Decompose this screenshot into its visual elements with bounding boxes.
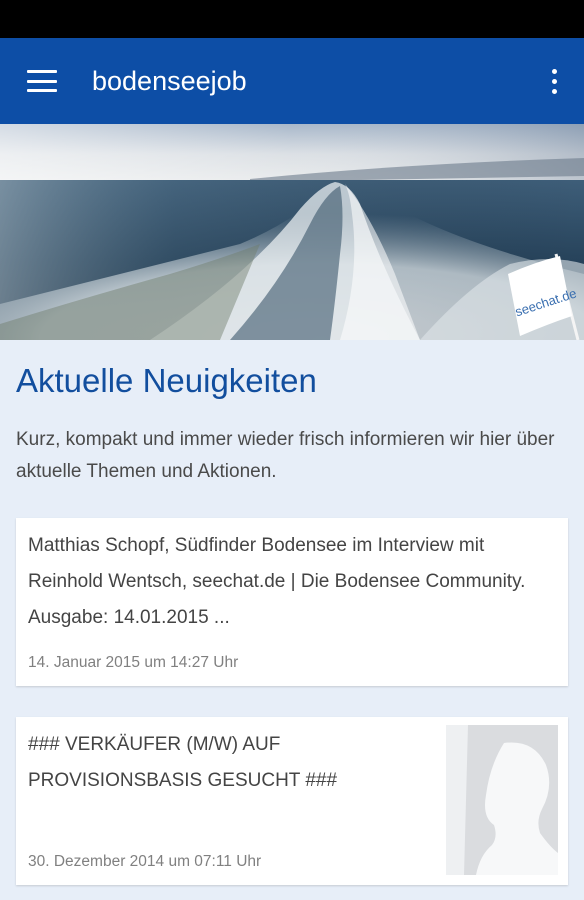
status-bar — [0, 0, 584, 38]
news-card-text: Matthias Schopf, Südfinder Bodensee im I… — [28, 535, 526, 628]
app-bar: bodenseejob — [0, 38, 584, 124]
more-vert-icon — [551, 68, 557, 74]
section-title: Aktuelle Neuigkeiten — [16, 362, 317, 399]
news-card[interactable]: ### VERKÄUFER (M/W) AUF PROVISIONSBASIS … — [16, 717, 568, 885]
navigation-menu-button[interactable] — [0, 38, 86, 124]
app-title: bodenseejob — [92, 65, 247, 96]
news-card[interactable]: Matthias Schopf, Südfinder Bodensee im I… — [16, 518, 568, 686]
person-placeholder-icon — [446, 725, 558, 875]
overflow-menu-button[interactable] — [524, 38, 584, 124]
hamburger-menu-icon — [27, 70, 57, 92]
section-description: Kurz, kompakt und immer wieder frisch in… — [16, 429, 555, 482]
news-card-date: 14. Januar 2015 um 14:27 Uhr — [28, 654, 239, 671]
news-card-text: ### VERKÄUFER (M/W) AUF PROVISIONSBASIS … — [28, 734, 338, 791]
news-card-date: 30. Dezember 2014 um 07:11 Uhr — [28, 853, 262, 870]
hero-image: seechat.de — [0, 124, 584, 340]
